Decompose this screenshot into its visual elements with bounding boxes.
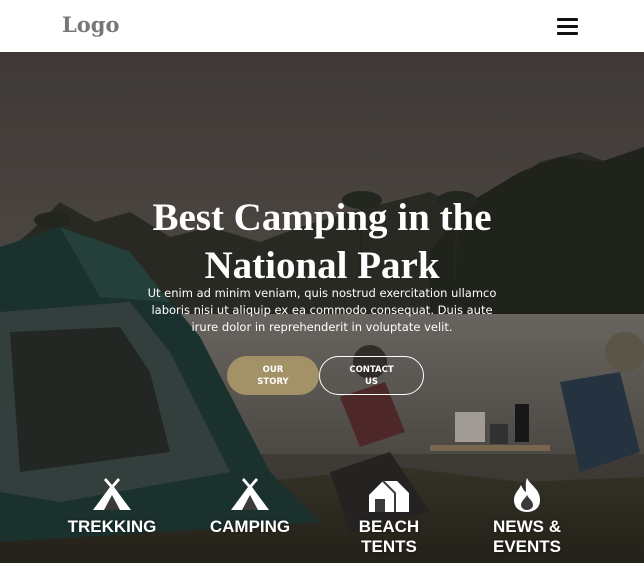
contact-us-button-line-1: CONTACT [349, 364, 394, 375]
tent-icon [93, 478, 131, 510]
contact-us-button[interactable]: CONTACT US [319, 356, 424, 395]
site-header: Logo [0, 0, 644, 52]
hero-title: Best Camping in the National Park [100, 194, 544, 290]
hero-description-line-1: Ut enim ad minim veniam, quis nostrud ex… [147, 286, 497, 300]
feature-news-events[interactable]: NEWS & EVENTS [467, 477, 587, 561]
hero-description-line-2: laboris nisi ut aliquip ex ea commodo co… [151, 303, 493, 317]
feature-label: NEWS & EVENTS [467, 517, 587, 557]
hero-section: Best Camping in the National Park Ut eni… [0, 52, 644, 563]
feature-label: BEACH TENTS [329, 517, 449, 557]
hero-title-line-1: Best Camping in the [152, 196, 492, 239]
hero-title-line-2: National Park [204, 244, 440, 287]
feature-beach-tents[interactable]: BEACH TENTS [329, 477, 449, 561]
feature-label: CAMPING [190, 517, 310, 537]
feature-label-line-2: EVENTS [492, 537, 562, 556]
feature-label: TREKKING [52, 517, 172, 537]
hero-description: Ut enim ad minim veniam, quis nostrud ex… [138, 285, 506, 336]
feature-label-line-1: BEACH [358, 517, 420, 536]
feature-camping[interactable]: CAMPING [190, 477, 310, 539]
logo[interactable]: Logo [62, 12, 119, 37]
contact-us-button-line-2: US [364, 376, 379, 387]
house-icon [369, 480, 409, 512]
hero-description-line-3: irure dolor in reprehenderit in voluptat… [191, 320, 453, 334]
our-story-button-line-1: OUR [262, 364, 284, 375]
feature-label-line-1: NEWS & [493, 517, 561, 536]
feature-label-line-1: TREKKING [67, 517, 157, 536]
hamburger-menu-icon[interactable] [556, 16, 580, 38]
feature-label-line-2: TENTS [361, 537, 417, 556]
feature-label-line-1: CAMPING [209, 517, 291, 536]
our-story-button[interactable]: OUR STORY [227, 356, 319, 395]
tent-icon [231, 478, 269, 510]
our-story-button-line-2: STORY [257, 376, 289, 387]
fire-icon [514, 478, 540, 512]
feature-trekking[interactable]: TREKKING [52, 477, 172, 539]
